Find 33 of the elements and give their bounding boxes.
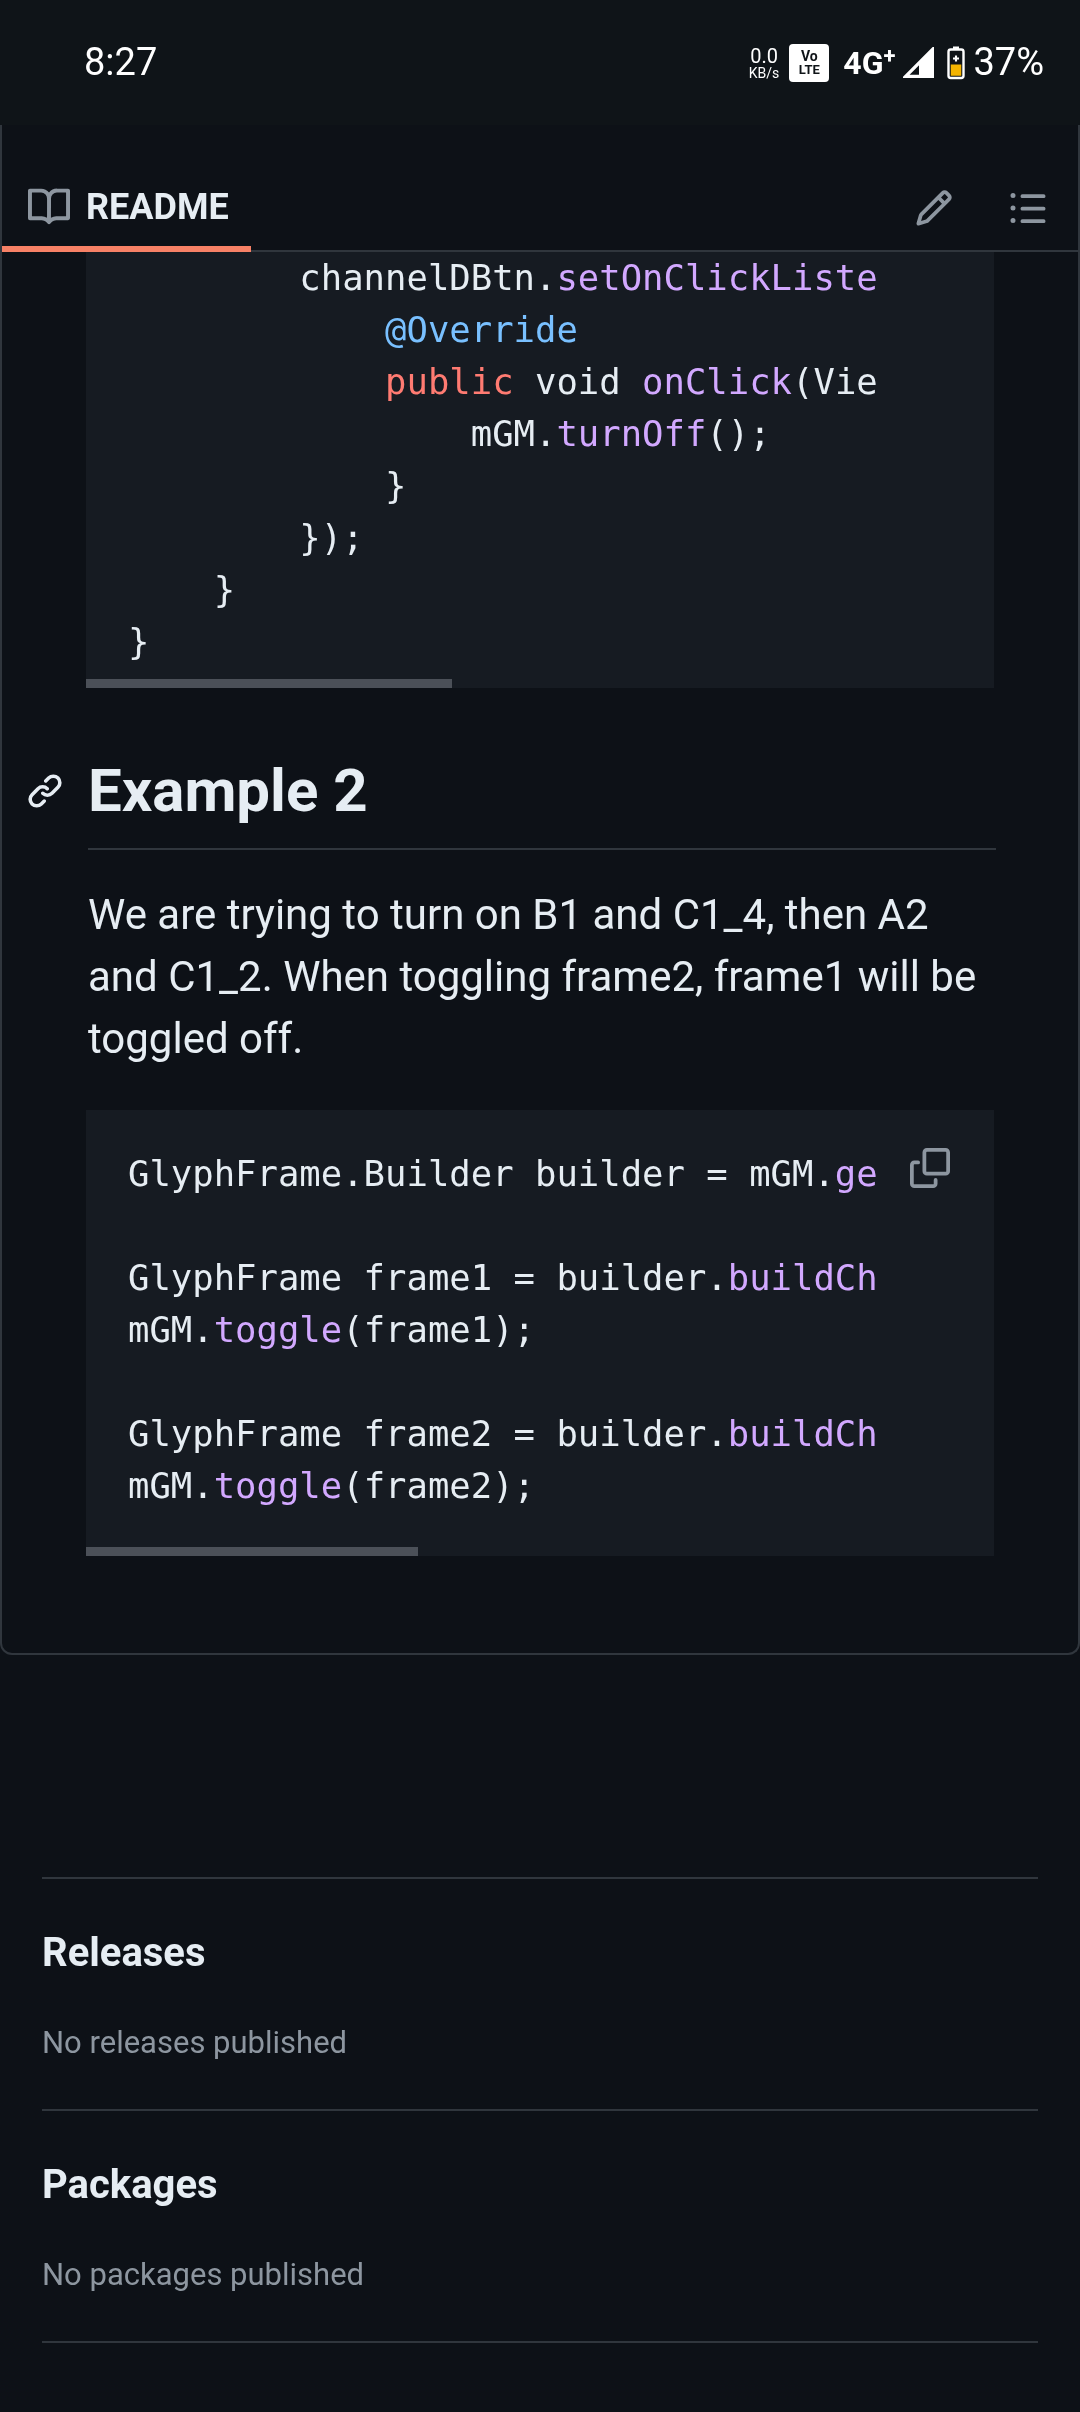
- net-speed-unit: KB/s: [748, 65, 780, 80]
- section-heading: Example 2: [88, 761, 368, 821]
- section-title: Releases: [42, 1928, 207, 1978]
- edit-icon[interactable]: [914, 188, 954, 228]
- battery-level: 37%: [973, 39, 1044, 86]
- code-line: mGM.toggle(frame2);: [128, 1464, 536, 1508]
- code-line: @Override: [384, 308, 579, 352]
- link-icon[interactable]: [26, 772, 64, 810]
- code-line: }: [212, 568, 237, 612]
- clock: 8:27: [84, 39, 158, 86]
- volte-icon: Vo LTE: [789, 43, 830, 82]
- code-line: channelDBtn.setOnClickListe: [298, 256, 879, 300]
- code-line: mGM.toggle(frame1);: [128, 1308, 536, 1352]
- code-line: }: [384, 464, 408, 508]
- signal-icon: [903, 46, 936, 79]
- code-line: GlyphFrame frame2 = builder.buildCh: [128, 1412, 879, 1456]
- readme-tab[interactable]: README: [2, 170, 255, 250]
- paragraph: We are trying to turn on B1 and C1_4, then A2 and C1_2. When toggling frame2, frame1 will be toggled off.: [88, 889, 978, 1065]
- scrollbar[interactable]: [86, 679, 452, 688]
- section-title: Packages: [42, 2160, 219, 2210]
- battery-icon: [947, 45, 966, 80]
- code-line: }: [128, 620, 151, 664]
- empty-state-text: No packages published: [42, 2255, 366, 2295]
- empty-state-text: No releases published: [42, 2023, 349, 2063]
- code-line: });: [298, 516, 365, 560]
- net-speed: 0.0: [750, 45, 778, 66]
- code-line: GlyphFrame frame1 = builder.buildCh: [128, 1256, 879, 1300]
- code-line: GlyphFrame.Builder builder = mGM.ge: [128, 1152, 879, 1196]
- code-line: mGM.turnOff();: [469, 412, 772, 456]
- scrollbar[interactable]: [86, 1547, 418, 1556]
- network-type: 4G$^{+}$: [843, 41, 896, 84]
- code-line: public void onClick(Vie: [384, 360, 879, 404]
- copy-button[interactable]: [908, 1146, 952, 1190]
